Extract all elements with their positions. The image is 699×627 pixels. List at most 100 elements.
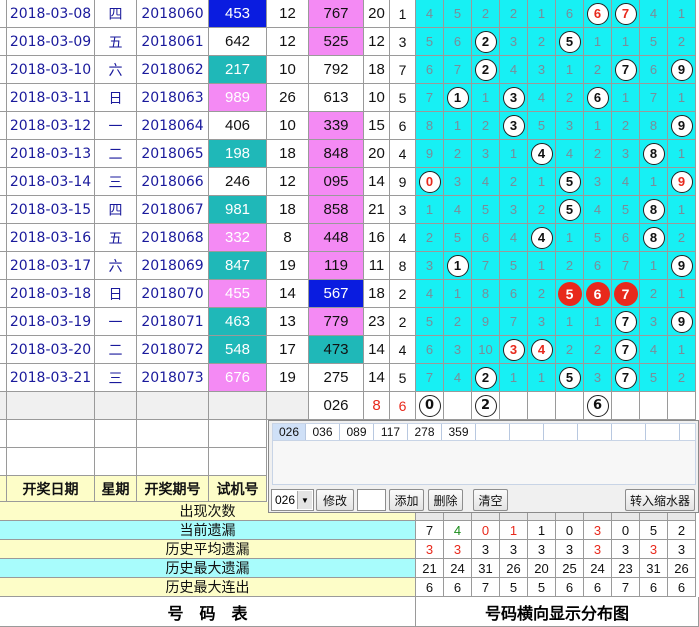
empty-tab bbox=[612, 424, 646, 440]
forecast-sum: 8 bbox=[364, 392, 390, 420]
header-weekday: 星期 bbox=[95, 476, 137, 502]
forecast-cell bbox=[612, 392, 640, 420]
winning-number: 339 bbox=[309, 112, 364, 140]
distribution-cell: 2 bbox=[416, 224, 444, 252]
number-select[interactable]: 026 ▼ bbox=[271, 489, 314, 511]
hit-number-ball: 7 bbox=[614, 310, 637, 333]
sum-value: 20 bbox=[364, 140, 390, 168]
distribution-cell: 1 bbox=[668, 84, 696, 112]
trial-number: 548 bbox=[209, 336, 267, 364]
distribution-cell: 6 bbox=[472, 224, 500, 252]
distribution-cell: 1 bbox=[612, 28, 640, 56]
row-edge bbox=[0, 280, 7, 308]
reducer-button[interactable]: 转入缩水器 bbox=[625, 489, 695, 511]
distribution-cell: 8 bbox=[640, 224, 668, 252]
saved-number-tab[interactable]: 117 bbox=[374, 424, 408, 440]
weekday: 日 bbox=[95, 84, 137, 112]
distribution-cell: 6 bbox=[416, 336, 444, 364]
span-value: 1 bbox=[390, 0, 416, 28]
number-edit-panel: 026 036 089 117 278 359 026 ▼ 修改 添加 删除 清… bbox=[268, 420, 699, 513]
saved-number-tab[interactable]: 026 bbox=[273, 424, 306, 440]
trial-number: 198 bbox=[209, 140, 267, 168]
blank-cell bbox=[137, 392, 209, 420]
hit-number-ball: 9 bbox=[670, 114, 693, 137]
hit-number-ball: 5 bbox=[558, 198, 581, 221]
trial-number: 406 bbox=[209, 112, 267, 140]
stat-value: 6 bbox=[416, 578, 444, 597]
row-edge bbox=[0, 84, 7, 112]
distribution-cell: 3 bbox=[500, 112, 528, 140]
distribution-cell: 9 bbox=[472, 308, 500, 336]
hit-number-red-ball: 5 bbox=[557, 281, 582, 306]
distribution-cell: 2 bbox=[668, 364, 696, 392]
delete-button[interactable]: 删除 bbox=[428, 489, 463, 511]
modify-button[interactable]: 修改 bbox=[316, 489, 354, 511]
number-input[interactable] bbox=[357, 489, 386, 511]
distribution-cell: 5 bbox=[472, 196, 500, 224]
blank-cell bbox=[209, 420, 267, 448]
forecast-cell bbox=[640, 392, 668, 420]
distribution-cell: 2 bbox=[444, 308, 472, 336]
distribution-cell: 3 bbox=[500, 28, 528, 56]
span-value: 5 bbox=[390, 364, 416, 392]
span-value: 2 bbox=[390, 280, 416, 308]
saved-number-tab[interactable]: 089 bbox=[340, 424, 374, 440]
distribution-cell: 7 bbox=[444, 56, 472, 84]
distribution-cell: 6 bbox=[584, 0, 612, 28]
header-date: 开奖日期 bbox=[7, 476, 95, 502]
clear-button[interactable]: 清空 bbox=[473, 489, 508, 511]
distribution-cell: 5 bbox=[556, 28, 584, 56]
weekday: 四 bbox=[95, 196, 137, 224]
distribution-cell: 2 bbox=[640, 280, 668, 308]
stat-value: 7 bbox=[472, 578, 500, 597]
sum-value: 10 bbox=[364, 84, 390, 112]
weekday: 一 bbox=[95, 308, 137, 336]
hit-number-ball: 5 bbox=[558, 170, 581, 193]
forecast-cell bbox=[500, 392, 528, 420]
saved-number-tab[interactable]: 359 bbox=[442, 424, 476, 440]
distribution-cell: 9 bbox=[668, 308, 696, 336]
distribution-cell: 2 bbox=[528, 280, 556, 308]
hit-number-ball: 3 bbox=[502, 114, 525, 137]
blank-cell bbox=[7, 392, 95, 420]
add-button[interactable]: 添加 bbox=[389, 489, 424, 511]
distribution-cell: 2 bbox=[472, 56, 500, 84]
trial-sum: 14 bbox=[267, 280, 309, 308]
distribution-cell: 1 bbox=[528, 364, 556, 392]
blank-cell bbox=[7, 448, 95, 476]
distribution-cell: 7 bbox=[500, 308, 528, 336]
distribution-cell: 5 bbox=[640, 28, 668, 56]
distribution-cell: 7 bbox=[416, 84, 444, 112]
sum-value: 15 bbox=[364, 112, 390, 140]
hit-number-ball: 2 bbox=[474, 58, 497, 81]
number-select-value: 026 bbox=[275, 493, 296, 507]
span-value: 2 bbox=[390, 308, 416, 336]
saved-number-tab[interactable]: 036 bbox=[306, 424, 340, 440]
distribution-cell: 4 bbox=[584, 196, 612, 224]
stat-value: 3 bbox=[584, 521, 612, 540]
hit-number-ball: 5 bbox=[558, 30, 581, 53]
distribution-cell: 3 bbox=[472, 140, 500, 168]
blank-cell bbox=[209, 392, 267, 420]
hit-number-ball: 2 bbox=[474, 394, 497, 417]
blank-cell bbox=[267, 392, 309, 420]
empty-tab bbox=[476, 424, 510, 440]
distribution-cell: 4 bbox=[500, 224, 528, 252]
saved-number-tab[interactable]: 278 bbox=[408, 424, 442, 440]
weekday: 一 bbox=[95, 112, 137, 140]
header-edge bbox=[0, 476, 7, 502]
stat-value: 0 bbox=[612, 521, 640, 540]
weekday: 三 bbox=[95, 168, 137, 196]
chevron-down-icon[interactable]: ▼ bbox=[297, 491, 312, 509]
stat-value: 1 bbox=[528, 521, 556, 540]
stat-value: 1 bbox=[500, 521, 528, 540]
distribution-cell: 5 bbox=[640, 364, 668, 392]
forecast-cell bbox=[528, 392, 556, 420]
distribution-cell: 4 bbox=[612, 168, 640, 196]
forecast-cell: 6 bbox=[584, 392, 612, 420]
distribution-cell: 1 bbox=[584, 28, 612, 56]
stat-value: 3 bbox=[556, 540, 584, 559]
hit-number-ball: 1 bbox=[446, 86, 469, 109]
blank-cell bbox=[0, 448, 7, 476]
distribution-cell: 5 bbox=[500, 252, 528, 280]
